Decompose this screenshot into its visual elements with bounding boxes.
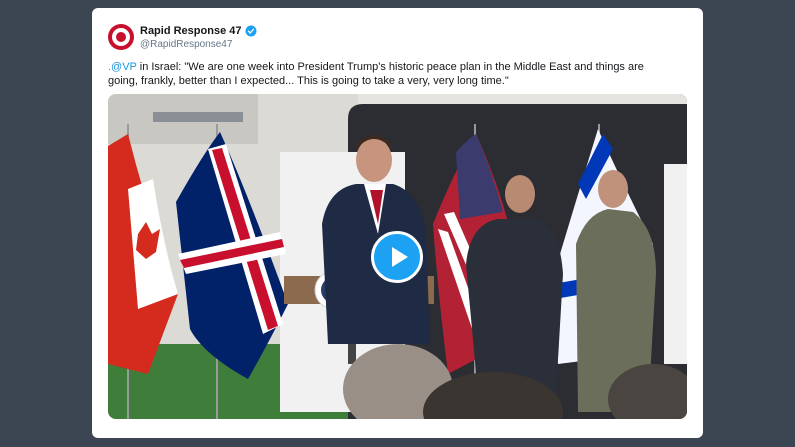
play-icon (391, 247, 408, 267)
mention-link[interactable]: .@VP (108, 61, 137, 73)
play-button[interactable] (371, 231, 423, 283)
tweet-body: in Israel: "We are one week into Preside… (108, 61, 644, 87)
handle[interactable]: @RapidResponse47 (140, 39, 232, 50)
tweet-card: Rapid Response 47 @RapidResponse47 .@VP … (92, 8, 703, 438)
tweet-text: .@VP in Israel: "We are one week into Pr… (108, 60, 668, 88)
avatar-seal-icon (112, 28, 130, 46)
display-name[interactable]: Rapid Response 47 (140, 25, 241, 37)
verified-badge-icon (245, 25, 257, 37)
author-row: Rapid Response 47 (140, 25, 257, 37)
avatar[interactable] (108, 24, 134, 50)
video-player[interactable] (108, 94, 687, 419)
